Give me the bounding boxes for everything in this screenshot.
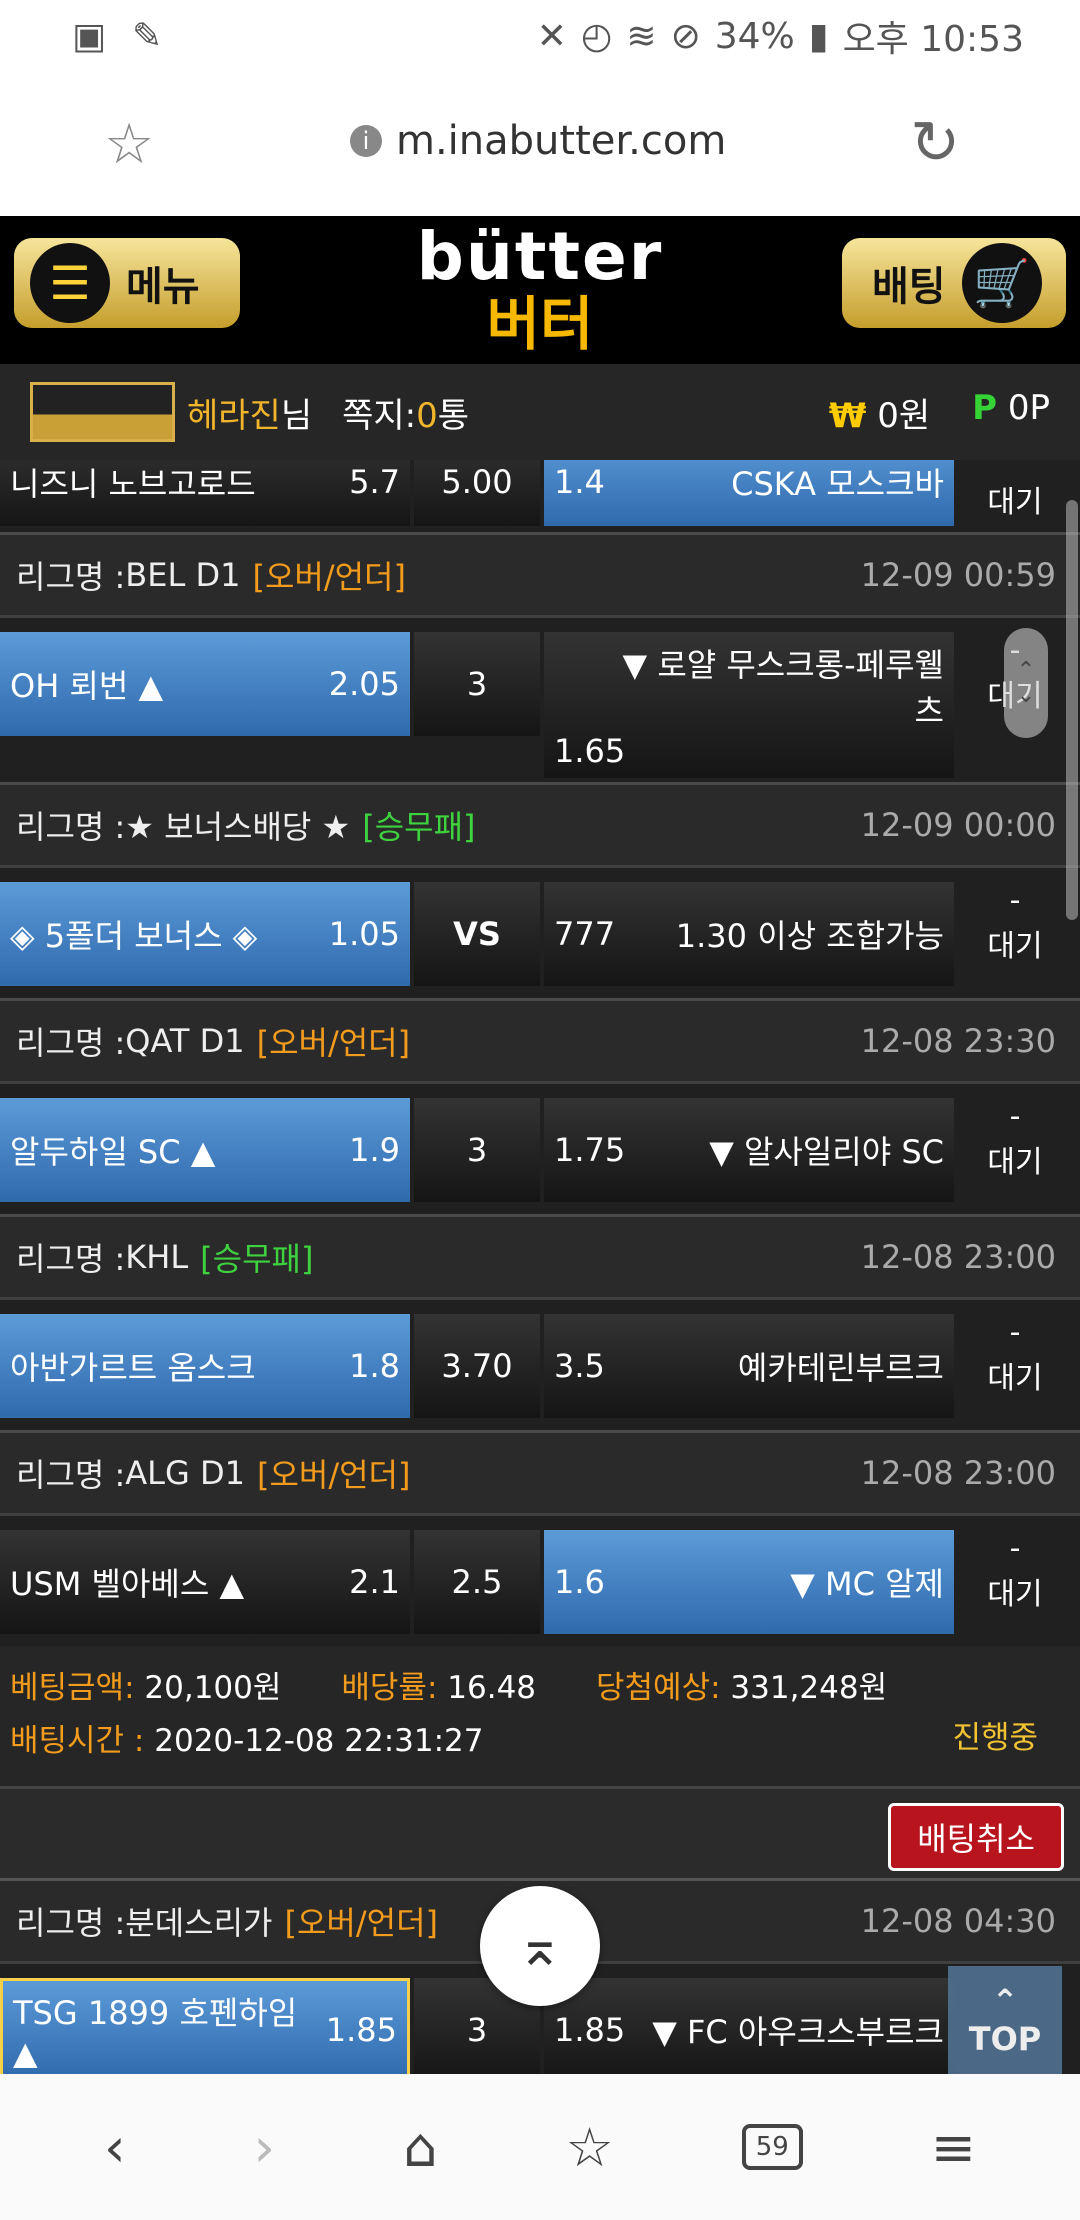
site-header: ☰ 메뉴 bütter 버터 배팅 🛒: [0, 216, 1080, 364]
home-team-cell[interactable]: USM 벨아베스 ▲ 2.1: [0, 1530, 410, 1634]
chevron-up-icon: ⌃: [991, 1982, 1019, 2020]
fast-scroll-handle[interactable]: ⌃ ⌄: [1004, 628, 1048, 738]
draw-cell[interactable]: 3: [414, 1098, 540, 1202]
info-icon[interactable]: i: [350, 125, 382, 157]
page-scrollbar[interactable]: [1066, 500, 1078, 920]
reload-icon[interactable]: ↻: [910, 108, 960, 178]
home-team-cell[interactable]: 니즈니 노브고로드 5.7: [0, 460, 410, 526]
pill-icon: ✎: [132, 15, 163, 57]
mute-icon: ✕: [536, 15, 567, 57]
top-button[interactable]: ⌃ TOP: [948, 1966, 1062, 2074]
back-icon[interactable]: ‹: [104, 2116, 126, 2179]
away-team-cell[interactable]: 1.75 ▼ 알사일리야 SC: [544, 1098, 954, 1202]
cash-balance: ₩ 0원: [828, 395, 931, 436]
battery-icon: ▮: [808, 15, 829, 57]
home-team-cell[interactable]: 아반가르트 옴스크 1.8: [0, 1314, 410, 1418]
away-team-cell[interactable]: 3.5 예카테린부르크: [544, 1314, 954, 1418]
draw-cell[interactable]: 3.70: [414, 1314, 540, 1418]
user-bar: 헤라진 님 쪽지:0통 ₩ 0원 P 0P: [0, 364, 1080, 460]
draw-cell[interactable]: VS: [414, 882, 540, 986]
forward-icon[interactable]: ›: [254, 2116, 276, 2179]
level-badge: [30, 382, 175, 442]
away-team-cell[interactable]: 1.6 ▼ MC 알제: [544, 1530, 954, 1634]
draw-cell[interactable]: 2.5: [414, 1530, 540, 1634]
double-chevron-up-icon: ⌅: [516, 1913, 564, 1979]
browser-nav-bar: ‹ › ⌂ ☆ 59 ≡: [0, 2074, 1080, 2220]
home-team-cell[interactable]: ◈ 5폴더 보너스 ◈ 1.05: [0, 882, 410, 986]
bet-progress-status: 진행중: [952, 1720, 1038, 1756]
bookmarks-icon[interactable]: ☆: [565, 2116, 613, 2179]
match-status: -대기: [987, 460, 1043, 520]
home-team-cell[interactable]: OH 뢰번 ▲ 2.05: [0, 632, 410, 736]
message-count[interactable]: 쪽지:0통: [342, 388, 469, 437]
match-row: 알두하일 SC ▲ 1.9 3 1.75 ▼ 알사일리야 SC - 대기: [0, 1084, 1080, 1214]
point-icon: P: [972, 387, 998, 428]
match-status: -대기: [987, 883, 1043, 964]
match-row: ◈ 5폴더 보너스 ◈ 1.05 VS 777 1.30 이상 조합가능 - 대기: [0, 868, 1080, 998]
away-team-cell[interactable]: ▼ 로얄 무스크롱-페루웰츠 1.65: [544, 632, 954, 778]
user-name[interactable]: 헤라진: [187, 388, 281, 437]
away-team-cell[interactable]: 1.4 CSKA 모스크바: [544, 460, 954, 526]
menu-hamburger-icon[interactable]: ≡: [931, 2116, 976, 2179]
logo-english: bütter: [416, 218, 664, 295]
match-row: 아반가르트 옴스크 1.8 3.70 3.5 예카테린부르크 - 대기: [0, 1300, 1080, 1430]
wifi-icon: ≋: [626, 15, 657, 57]
match-row: USM 벨아베스 ▲ 2.1 2.5 1.6 ▼ MC 알제 - 대기: [0, 1516, 1080, 1646]
dnd-icon: ⊘: [670, 15, 701, 57]
league-header: 리그명 : ★ 보너스배당 ★ [승무패] 12-09 00:00: [0, 782, 1080, 868]
league-header: 리그명 : BEL D1 [오버/언더] 12-09 00:59: [0, 532, 1080, 618]
away-team-cell[interactable]: 777 1.30 이상 조합가능: [544, 882, 954, 986]
point-balance: P 0P: [972, 387, 1050, 428]
bet-expected-win: 당첨예상: 331,248원: [596, 1670, 888, 1706]
bet-amount: 베팅금액: 20,100원: [10, 1670, 282, 1706]
league-header: 리그명 : ALG D1 [오버/언더] 12-08 23:00: [0, 1430, 1080, 1516]
status-bar: ▣ ✎ ✕ ◴ ≋ ⊘ 34% ▮ 오후 10:53: [0, 0, 1080, 72]
match-row: 니즈니 노브고로드 5.7 5.00 1.4 CSKA 모스크바 -대기: [0, 460, 1080, 532]
bet-rate: 배당률: 16.48: [341, 1670, 537, 1706]
gallery-icon: ▣: [72, 15, 107, 57]
site-logo[interactable]: bütter 버터: [405, 222, 675, 358]
bet-history-list: 니즈니 노브고로드 5.7 5.00 1.4 CSKA 모스크바 -대기 리그명…: [0, 460, 1080, 2074]
won-icon: ₩: [828, 395, 867, 436]
logo-korean: 버터: [486, 290, 594, 358]
away-team-cell[interactable]: 1.85 ▼ FC 아우크스부르크: [544, 1978, 954, 2074]
alarm-icon: ◴: [580, 15, 613, 57]
cancel-bet-button[interactable]: 배팅취소: [888, 1803, 1064, 1871]
menu-label: 메뉴: [126, 264, 200, 310]
match-status: -대기: [987, 1531, 1043, 1612]
url-field[interactable]: i m.inabutter.com: [350, 118, 726, 164]
clock: 오후 10:53: [842, 19, 1024, 60]
match-status: -대기: [987, 1099, 1043, 1180]
home-team-cell[interactable]: 알두하일 SC ▲ 1.9: [0, 1098, 410, 1202]
cancel-row: 배팅취소: [0, 1786, 1080, 1878]
draw-cell[interactable]: 3: [414, 632, 540, 736]
menu-button[interactable]: ☰ 메뉴: [14, 238, 240, 328]
draw-cell[interactable]: 5.00: [414, 460, 540, 526]
bet-summary: 베팅금액: 20,100원 배당률: 16.48 당첨예상: 331,248원 …: [0, 1646, 1080, 1786]
home-team-cell[interactable]: TSG 1899 호펜하임 ▲ 1.85: [0, 1978, 410, 2074]
league-header: 리그명 : KHL [승무패] 12-08 23:00: [0, 1214, 1080, 1300]
bet-time: 배팅시간 : 2020-12-08 22:31:27: [10, 1723, 484, 1759]
browser-address-bar: ☆ i m.inabutter.com ↻: [0, 72, 1080, 216]
cart-icon: 🛒: [961, 243, 1042, 323]
bookmark-star-icon[interactable]: ☆: [104, 112, 154, 177]
scroll-to-top-fab[interactable]: ⌅: [480, 1886, 600, 2006]
match-row: OH 뢰번 ▲2.05 3 ▼ 로얄 무스크롱-페루웰츠 1.65 -대기: [0, 618, 1080, 782]
home-icon[interactable]: ⌂: [403, 2116, 437, 2179]
battery-percent: 34%: [714, 15, 795, 57]
url-text: m.inabutter.com: [396, 118, 727, 164]
match-status: -대기: [987, 1315, 1043, 1396]
tabs-button[interactable]: 59: [741, 2124, 803, 2170]
user-name-suffix: 님: [280, 395, 313, 436]
league-header: 리그명 : QAT D1 [오버/언더] 12-08 23:30: [0, 998, 1080, 1084]
betting-button[interactable]: 배팅 🛒: [842, 238, 1066, 328]
betting-label: 배팅: [872, 264, 946, 310]
menu-icon: ☰: [30, 243, 110, 323]
